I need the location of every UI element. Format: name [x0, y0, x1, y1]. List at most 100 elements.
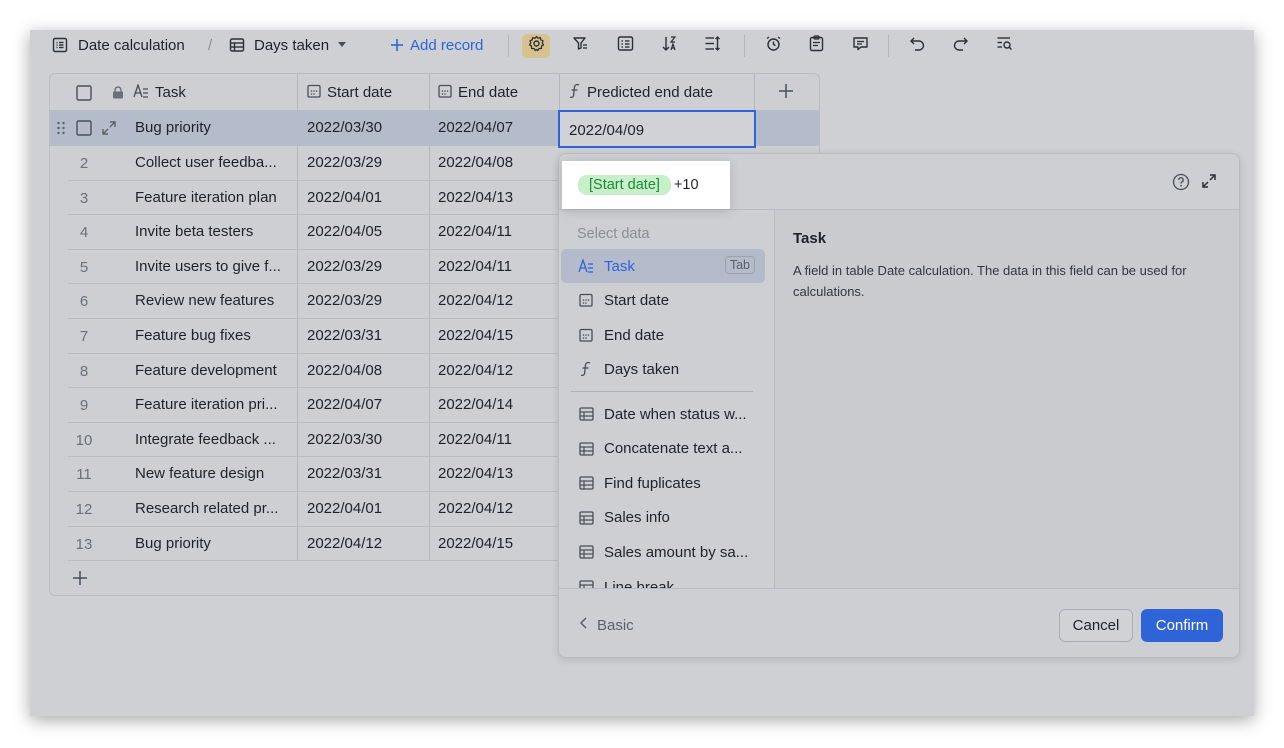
cell-task[interactable]: Collect user feedba... — [135, 154, 293, 171]
comment-button[interactable] — [846, 34, 874, 58]
cell-start-date[interactable]: 2022/04/08 — [307, 362, 382, 379]
filter-icon — [572, 35, 589, 57]
cell-start-date[interactable]: 2022/03/31 — [307, 327, 382, 344]
redo-button[interactable] — [946, 34, 974, 58]
group-button[interactable] — [611, 34, 639, 58]
table-row[interactable]: 6 Review new features 2022/03/29 2022/04/12 — [68, 284, 558, 319]
table-item[interactable]: Find fuplicates — [561, 466, 765, 500]
table-item[interactable]: Sales info — [561, 501, 765, 535]
cell-start-date[interactable]: 2022/04/01 — [307, 189, 382, 206]
cell-end-date[interactable]: 2022/04/12 — [438, 292, 513, 309]
table-row[interactable]: 4 Invite beta testers 2022/04/05 2022/04/11 — [68, 215, 558, 250]
field-item-days-taken[interactable]: Days taken — [561, 352, 765, 386]
table-row[interactable]: 12 Research related pr... 2022/04/01 2022/0… — [68, 492, 558, 527]
column-header-end-date[interactable]: End date — [438, 74, 518, 111]
expand-icon[interactable] — [101, 120, 117, 140]
table-row[interactable]: 9 Feature iteration pri... 2022/04/07 2022/… — [68, 388, 558, 423]
cell-end-date[interactable]: 2022/04/13 — [438, 465, 513, 482]
filter-button[interactable] — [566, 34, 594, 58]
table-row[interactable]: 5 Invite users to give f... 2022/03/29 2022… — [68, 250, 558, 285]
table-icon — [571, 511, 601, 525]
add-column-button[interactable] — [778, 74, 800, 111]
cell-task[interactable]: Bug priority — [135, 119, 293, 136]
cell-end-date[interactable]: 2022/04/15 — [438, 327, 513, 344]
cell-task[interactable]: Research related pr... — [135, 500, 293, 517]
cell-task[interactable]: Feature iteration pri... — [135, 396, 293, 413]
formula-input[interactable]: [Start date] +10 — [562, 161, 730, 209]
cell-task[interactable]: Integrate feedback ... — [135, 431, 293, 448]
table-item[interactable]: Line break — [561, 570, 765, 588]
add-row-button[interactable] — [72, 565, 88, 593]
undo-button[interactable] — [903, 34, 931, 58]
cell-start-date[interactable]: 2022/04/12 — [307, 535, 382, 552]
basic-mode-link[interactable]: Basic — [579, 616, 634, 634]
field-item-end-date[interactable]: End date — [561, 318, 765, 352]
help-icon[interactable] — [1172, 173, 1190, 196]
row-height-button[interactable] — [698, 34, 726, 58]
table-item[interactable]: Concatenate text a... — [561, 432, 765, 466]
cell-end-date[interactable]: 2022/04/07 — [438, 119, 513, 136]
table-row[interactable]: 2 Collect user feedba... 2022/03/29 2022/04… — [68, 146, 558, 181]
column-header-predicted-end-date[interactable]: Predicted end date — [569, 74, 713, 111]
editing-cell-predicted-end-date[interactable]: 2022/04/09 — [558, 110, 756, 148]
cell-end-date[interactable]: 2022/04/08 — [438, 154, 513, 171]
cell-end-date[interactable]: 2022/04/14 — [438, 396, 513, 413]
table-row[interactable]: 3 Feature iteration plan 2022/04/01 2022/04… — [68, 181, 558, 216]
table-row[interactable]: 7 Feature bug fixes 2022/03/31 2022/04/15 — [68, 319, 558, 354]
cell-end-date[interactable]: 2022/04/11 — [438, 431, 512, 448]
sort-button[interactable] — [655, 34, 683, 58]
cell-end-date[interactable]: 2022/04/15 — [438, 535, 513, 552]
cell-start-date[interactable]: 2022/04/05 — [307, 223, 382, 240]
table-item-label: Concatenate text a... — [604, 440, 743, 458]
cell-start-date[interactable]: 2022/03/29 — [307, 154, 382, 171]
cell-end-date[interactable]: 2022/04/11 — [438, 223, 512, 240]
field-item-task[interactable]: Task Tab — [561, 249, 765, 283]
row-checkbox[interactable] — [76, 120, 92, 140]
column-header-task[interactable]: Task — [133, 74, 186, 111]
select-all-checkbox[interactable] — [76, 74, 98, 111]
sort-icon — [661, 35, 678, 57]
table-item[interactable]: Date when status w... — [561, 397, 765, 431]
cell-task[interactable]: Invite beta testers — [135, 223, 293, 240]
cell-task[interactable]: Feature development — [135, 362, 293, 379]
cell-start-date[interactable]: 2022/03/30 — [307, 119, 382, 136]
reminder-button[interactable] — [759, 34, 787, 58]
cell-task[interactable]: Feature bug fixes — [135, 327, 293, 344]
cell-end-date[interactable]: 2022/04/13 — [438, 189, 513, 206]
cell-start-date[interactable]: 2022/03/31 — [307, 465, 382, 482]
cell-start-date[interactable]: 2022/03/30 — [307, 431, 382, 448]
cell-end-date[interactable]: 2022/04/11 — [438, 258, 512, 275]
cell-start-date[interactable]: 2022/04/07 — [307, 396, 382, 413]
expand-icon[interactable] — [1201, 173, 1217, 194]
cell-task[interactable]: Feature iteration plan — [135, 189, 293, 206]
cell-start-date[interactable]: 2022/04/01 — [307, 500, 382, 517]
table-item[interactable]: Sales amount by sa... — [561, 535, 765, 569]
table-row[interactable]: 8 Feature development 2022/04/08 2022/04/12 — [68, 354, 558, 389]
cell-start-date[interactable]: 2022/03/29 — [307, 292, 382, 309]
table-row[interactable]: 10 Integrate feedback ... 2022/03/30 2022/0… — [68, 423, 558, 458]
row-number: 13 — [75, 535, 93, 553]
settings-button[interactable] — [522, 34, 550, 58]
table-row[interactable]: 11 New feature design 2022/03/31 2022/04/13 — [68, 457, 558, 492]
cell-task[interactable]: Bug priority — [135, 535, 293, 552]
table-row[interactable]: 13 Bug priority 2022/04/12 2022/04/15 — [68, 527, 558, 562]
form-button[interactable] — [802, 34, 830, 58]
table-selector[interactable]: Date calculation — [52, 30, 185, 60]
cell-task[interactable]: Invite users to give f... — [135, 258, 293, 275]
drag-handle-icon[interactable] — [56, 121, 66, 139]
cell-task[interactable]: Review new features — [135, 292, 293, 309]
cell-start-date[interactable]: 2022/03/29 — [307, 258, 382, 275]
view-selector[interactable]: Days taken — [229, 30, 347, 60]
search-button[interactable] — [990, 34, 1018, 58]
add-record-button[interactable]: Add record — [390, 30, 483, 60]
cell-end-date[interactable]: 2022/04/12 — [438, 500, 513, 517]
cancel-button[interactable]: Cancel — [1059, 609, 1133, 642]
row-number: 11 — [76, 466, 92, 484]
column-header-start-date[interactable]: Start date — [307, 74, 392, 111]
cell-task[interactable]: New feature design — [135, 465, 293, 482]
cell-end-date[interactable]: 2022/04/12 — [438, 362, 513, 379]
field-reference-chip[interactable]: [Start date] — [578, 175, 671, 195]
confirm-button[interactable]: Confirm — [1141, 609, 1223, 642]
grid-header: Task Start date End date Predicted end d… — [50, 74, 819, 111]
field-item-start-date[interactable]: Start date — [561, 283, 765, 317]
